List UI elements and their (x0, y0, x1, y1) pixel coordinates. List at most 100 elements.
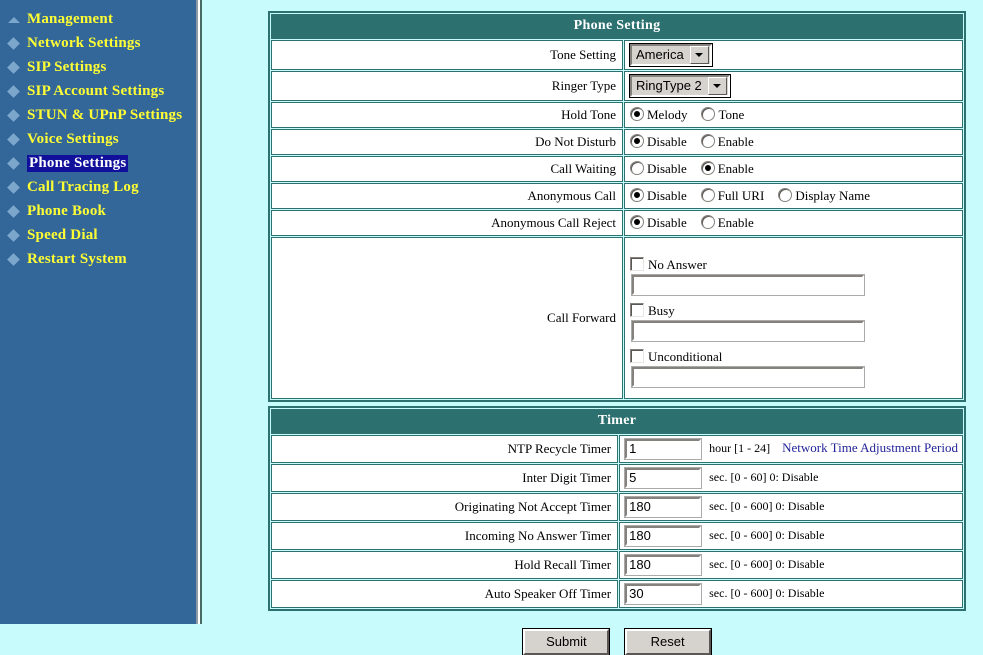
row-anonymous-call-reject: Anonymous Call Reject Disable Enable (271, 210, 963, 236)
timer-row-cell: 180 sec. [0 - 600] 0: Disable (619, 551, 963, 579)
diamond-bullet-icon (7, 228, 21, 242)
radio-unselected-icon[interactable] (700, 188, 715, 202)
sidebar-item-sip-settings[interactable]: SIP Settings (0, 55, 196, 79)
timer-value-input[interactable]: 5 (624, 467, 703, 489)
tone-setting-select[interactable]: America (629, 43, 713, 67)
timer-value-input[interactable]: 180 (624, 496, 703, 518)
sidebar-item-voice-settings[interactable]: Voice Settings (0, 127, 196, 151)
call-forward-entry-label: Unconditional (648, 349, 723, 364)
call-forward-entry: No Answer (630, 257, 958, 273)
radio-selected-icon[interactable] (630, 188, 644, 202)
anonymous-call-reject-label: Anonymous Call Reject (271, 210, 623, 236)
sidebar-item-network-settings[interactable]: Network Settings (0, 31, 196, 55)
radio-option-label: Enable (717, 161, 754, 176)
radio-unselected-icon[interactable] (700, 215, 715, 229)
diamond-bullet-icon (7, 252, 21, 266)
radio-selected-icon[interactable] (700, 161, 715, 175)
call-forward-number-input[interactable] (631, 366, 865, 388)
call-waiting-label: Call Waiting (271, 156, 623, 182)
radio-option[interactable]: Disable (630, 215, 687, 231)
sidebar-item-sip-account-settings[interactable]: SIP Account Settings (0, 79, 196, 103)
radio-option[interactable]: Disable (630, 188, 687, 204)
radio-option-label: Full URI (717, 188, 765, 203)
sidebar-item-label: Network Settings (27, 34, 141, 51)
anonymous-call-radio-group: Disable Full URI Display Name (630, 188, 884, 203)
call-forward-entry-label: Busy (648, 303, 675, 318)
timer-range-hint: sec. [0 - 600] 0: Disable (709, 585, 825, 600)
timer-header: Timer (271, 409, 963, 434)
call-forward-input-wrap (631, 274, 958, 296)
sidebar-item-management[interactable]: Management (0, 7, 196, 31)
timer-row-label: Incoming No Answer Timer (271, 522, 619, 550)
timer-row-cell: 180 sec. [0 - 600] 0: Disable (619, 522, 963, 550)
checkbox-unchecked-icon[interactable] (630, 349, 644, 363)
chevron-down-icon[interactable] (689, 46, 709, 64)
sidebar-item-phone-book[interactable]: Phone Book (0, 199, 196, 223)
call-forward-label: Call Forward (271, 237, 623, 399)
reset-button[interactable]: Reset (623, 628, 712, 655)
radio-option[interactable]: Melody (630, 107, 687, 123)
row-anonymous-call: Anonymous Call Disable Full URI Display Na… (271, 183, 963, 209)
timer-note-link: Network Time Adjustment Period (782, 439, 958, 455)
radio-selected-icon[interactable] (630, 134, 644, 148)
call-waiting-radio-group: Disable Enable (630, 161, 768, 176)
timer-range-hint: sec. [0 - 60] 0: Disable (709, 469, 819, 484)
do-not-disturb-label: Do Not Disturb (271, 129, 623, 155)
radio-option-label: Enable (717, 215, 754, 230)
call-forward-block: No Answer Busy Unconditional (630, 238, 958, 388)
timer-row-label: NTP Recycle Timer (271, 435, 619, 463)
radio-selected-icon[interactable] (630, 107, 644, 121)
timer-row-label: Auto Speaker Off Timer (271, 580, 619, 608)
ringer-type-label: Ringer Type (271, 71, 623, 101)
timer-header-row: Timer (271, 409, 963, 434)
radio-selected-icon[interactable] (630, 215, 644, 229)
radio-option[interactable]: Enable (700, 161, 754, 177)
radio-option[interactable]: Display Name (778, 188, 870, 204)
radio-option[interactable]: Enable (700, 134, 754, 150)
hold-tone-label: Hold Tone (271, 102, 623, 128)
radio-option-label: Disable (647, 188, 687, 203)
call-forward-number-input[interactable] (631, 274, 865, 296)
radio-option[interactable]: Disable (630, 134, 687, 150)
radio-option[interactable]: Tone (701, 107, 744, 123)
timer-value-input[interactable]: 30 (624, 583, 703, 605)
timer-row-label: Hold Recall Timer (271, 551, 619, 579)
radio-option-label: Enable (717, 134, 754, 149)
sidebar-item-call-tracing-log[interactable]: Call Tracing Log (0, 175, 196, 199)
sidebar-item-label: Phone Settings (27, 154, 129, 172)
timer-row-cell: 5 sec. [0 - 60] 0: Disable (619, 464, 963, 492)
radio-unselected-icon[interactable] (701, 107, 716, 121)
radio-unselected-icon[interactable] (700, 134, 715, 148)
checkbox-unchecked-icon[interactable] (630, 303, 644, 317)
timer-row-label: Inter Digit Timer (271, 464, 619, 492)
call-forward-number-input[interactable] (631, 320, 865, 342)
submit-button[interactable]: Submit (522, 628, 611, 655)
radio-option-label: Display Name (795, 188, 871, 203)
radio-unselected-icon[interactable] (630, 161, 644, 175)
timer-value-input[interactable]: 180 (624, 525, 703, 547)
ringer-type-select[interactable]: RingType 2 (629, 74, 731, 98)
sidebar-item-speed-dial[interactable]: Speed Dial (0, 223, 196, 247)
sidebar-item-restart-system[interactable]: Restart System (0, 247, 196, 271)
anonymous-call-label: Anonymous Call (271, 183, 623, 209)
checkbox-unchecked-icon[interactable] (630, 257, 644, 271)
sidebar-item-stun-upnp-settings[interactable]: STUN & UPnP Settings (0, 103, 196, 127)
timer-value-input[interactable]: 1 (624, 438, 703, 460)
tone-setting-value: America (632, 46, 690, 64)
timer-row-cell: 1 hour [1 - 24] Network Time Adjustment Pe… (619, 435, 963, 463)
radio-unselected-icon[interactable] (778, 188, 793, 202)
row-tone-setting: Tone Setting America (271, 40, 963, 70)
timer-row-cell: 30 sec. [0 - 600] 0: Disable (619, 580, 963, 608)
sidebar-item-phone-settings[interactable]: Phone Settings (0, 151, 196, 175)
diamond-bullet-icon (7, 156, 21, 170)
radio-option[interactable]: Enable (700, 215, 754, 231)
chevron-down-icon[interactable] (707, 77, 727, 95)
timer-row-label: Originating Not Accept Timer (271, 493, 619, 521)
timer-value-input[interactable]: 180 (624, 554, 703, 576)
main-content: Phone Setting Tone Setting America Ringe… (210, 0, 983, 655)
radio-option[interactable]: Disable (630, 161, 687, 177)
timer-range-hint: hour [1 - 24] (709, 440, 771, 455)
diamond-bullet-icon (7, 36, 21, 50)
radio-option[interactable]: Full URI (700, 188, 765, 204)
ringer-type-value: RingType 2 (632, 77, 708, 95)
